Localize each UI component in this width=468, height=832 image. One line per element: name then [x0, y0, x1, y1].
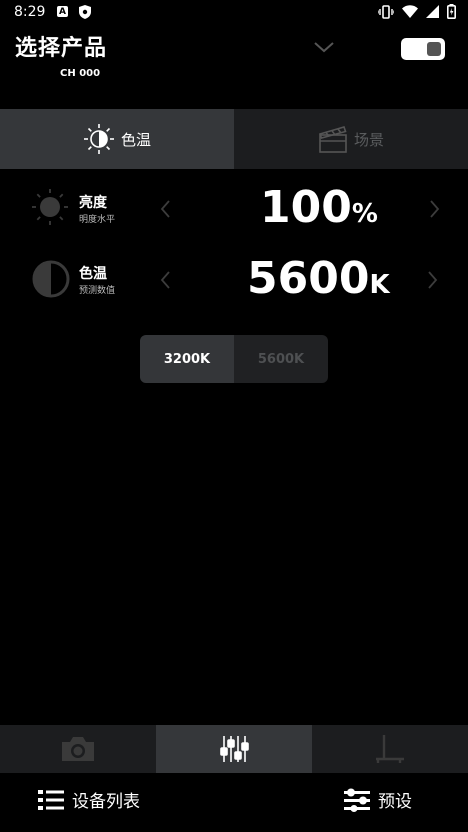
shield-icon: [79, 5, 91, 19]
power-toggle[interactable]: [401, 38, 445, 60]
bottom-tabs: [0, 725, 468, 773]
presets-button[interactable]: 预设: [344, 787, 412, 812]
cct-number: 5600: [247, 253, 370, 304]
brightness-increase-icon[interactable]: [428, 198, 442, 220]
stand-icon: [376, 735, 404, 763]
cct-unit: K: [369, 270, 390, 300]
cct-increase-icon[interactable]: [426, 269, 440, 291]
device-list-label: 设备列表: [72, 792, 140, 812]
tab-scene[interactable]: 场景: [234, 109, 468, 169]
battery-icon: [447, 4, 456, 19]
tab-camera[interactable]: [0, 725, 156, 773]
cct-decrease-icon[interactable]: [158, 269, 172, 291]
toggle-knob: [427, 42, 441, 56]
signal-icon: [426, 5, 439, 18]
color-temperature-icon: [83, 124, 114, 154]
a-notification-icon: A: [57, 6, 68, 17]
brightness-number: 100: [260, 182, 352, 233]
cct-label: 色温: [79, 266, 107, 282]
mode-tabs: 色温 场景: [0, 109, 468, 169]
cct-preset-segmented: 3200K 5600K: [140, 335, 328, 383]
presets-label: 预设: [378, 792, 412, 812]
brightness-decrease-icon[interactable]: [158, 198, 172, 220]
sun-icon: [32, 189, 68, 225]
tab-stand[interactable]: [312, 725, 468, 773]
clapperboard-icon: [318, 126, 347, 153]
brightness-label: 亮度: [79, 195, 107, 211]
settings-sliders-icon: [344, 788, 370, 812]
status-bar: 8:29 A: [0, 0, 468, 26]
page-title[interactable]: 选择产品: [15, 30, 107, 62]
brightness-value: 100%: [260, 182, 378, 233]
tab-color-temperature[interactable]: 色温: [0, 109, 234, 169]
vibrate-icon: [378, 4, 394, 19]
chevron-down-icon[interactable]: [313, 40, 335, 54]
wifi-icon: [402, 5, 418, 18]
status-time: 8:29: [14, 4, 46, 20]
brightness-unit: %: [351, 199, 378, 229]
bottom-bar: 设备列表 预设: [0, 773, 468, 832]
tab-label: 色温: [120, 130, 151, 149]
preset-5600k-button[interactable]: 5600K: [234, 335, 328, 383]
cct-value: 5600K: [247, 253, 390, 304]
status-right-icons: [378, 4, 456, 19]
cct-row: 色温 预测数值 5600K: [0, 253, 468, 315]
camera-icon: [62, 737, 94, 761]
brightness-sublabel: 明度水平: [79, 215, 116, 225]
list-icon: [38, 789, 64, 810]
device-list-button[interactable]: 设备列表: [38, 787, 140, 812]
contrast-icon: [32, 260, 70, 298]
sliders-icon: [220, 736, 249, 762]
preset-3200k-button[interactable]: 3200K: [140, 335, 234, 383]
tab-label: 场景: [353, 130, 384, 149]
cct-sublabel: 预测数值: [79, 286, 116, 296]
channel-label: CH 000: [60, 68, 101, 79]
brightness-row: 亮度 明度水平 100%: [0, 182, 468, 244]
tab-sliders[interactable]: [156, 725, 312, 773]
